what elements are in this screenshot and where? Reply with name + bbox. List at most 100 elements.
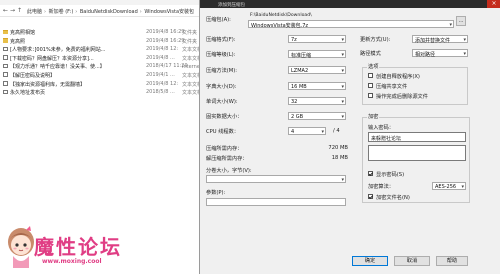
split-volume-combo[interactable]: ▾ (206, 175, 346, 183)
chevron-down-icon: ▾ (341, 83, 344, 90)
word-size-label: 单词大小(W): (206, 99, 238, 105)
method-label: 压缩方法(M): (206, 68, 238, 74)
solid-size-select[interactable]: 2 GB ▾ (288, 112, 346, 120)
file-list: 克高照相馆 2019/4/8 16:29 文件夹 克高照 2019/4/8 16… (0, 28, 223, 97)
back-arrow-icon[interactable]: ← (3, 7, 8, 14)
show-password-label: 显示密码(S) (376, 172, 405, 178)
file-name: 【观力乐通？呐千应靠谱！没关事、使...】 (10, 64, 105, 71)
list-item[interactable]: [人物要求：]001%未参，免费的福利网站... 2019/4/8 12: 文本… (0, 45, 216, 54)
format-value: 7z (291, 37, 297, 43)
site-watermark: 魔性论坛 www.moxing.cool (4, 218, 152, 272)
path-mode-select[interactable]: 相对路径 ▾ (412, 49, 468, 58)
chevron-down-icon: ▾ (463, 36, 466, 43)
dictionary-select[interactable]: 16 MB ▾ (288, 82, 346, 90)
level-value: 标准压缩 (291, 53, 312, 59)
delete-after-checkbox[interactable] (368, 93, 373, 98)
cpu-threads-total: / 4 (333, 128, 340, 134)
breadcrumb-item[interactable]: 新加卷 (F:) (49, 9, 74, 15)
text-file-icon (3, 89, 8, 95)
browse-button[interactable]: ... (456, 16, 466, 26)
show-password-checkbox[interactable] (368, 171, 373, 176)
dialog-titlebar[interactable]: 添加到压缩包 × (200, 0, 500, 8)
word-size-select[interactable]: 32 ▾ (288, 97, 346, 105)
file-date: 2019/4/1 ... (146, 71, 175, 78)
decompress-memory-label: 解压缩所需内存： (206, 156, 248, 162)
text-file-icon (3, 46, 8, 52)
encryption-method-select[interactable]: AES-256 ▾ (432, 182, 466, 190)
encryption-method-label: 加密算法： (368, 184, 394, 190)
list-item[interactable]: 【独家出资源福利库，无需翻墙】 2019/4/8 12: 文本文档 (0, 80, 216, 89)
format-label: 压缩格式(F): (206, 37, 236, 43)
archive-label: 压缩包(A): (206, 17, 231, 23)
method-select[interactable]: LZMA2 ▾ (288, 66, 346, 74)
shared-files-checkbox[interactable] (368, 83, 373, 88)
breadcrumb-item[interactable]: 此电脑 (27, 9, 42, 15)
watermark-url: www.moxing.cool (42, 258, 102, 265)
archive-name-value: WindowsVista安装包.7z (251, 23, 309, 29)
chevron-down-icon: ▾ (341, 51, 344, 58)
forward-arrow-icon[interactable]: → (10, 7, 15, 14)
cpu-threads-value: 4 (291, 129, 295, 135)
file-name: [人物要求：]001%未参，免费的福利网站... (10, 47, 106, 54)
encryption-group-title: 加密 (367, 113, 380, 120)
list-item[interactable]: 克高照相馆 2019/4/8 16:29 文件夹 (0, 28, 216, 37)
breadcrumb-item[interactable]: BaiduNetdiskDownload (80, 9, 138, 15)
file-type: 文件夹 (182, 38, 198, 45)
cancel-button[interactable]: 取消 (394, 256, 430, 266)
file-name: 永久地址发布页 (10, 90, 46, 97)
up-arrow-icon[interactable]: ↑ (17, 7, 22, 14)
dialog-title: 添加到压缩包 (218, 2, 245, 8)
solid-size-label: 固实数据大小： (206, 114, 243, 120)
text-file-icon (3, 81, 8, 86)
list-item[interactable]: 【观力乐通？呐千应靠谱！没关事、使...】 2018/4/17 11:29 In… (0, 62, 223, 71)
file-date: 2019/4/8 12: (146, 80, 179, 87)
password-label: 输入密码： (368, 125, 394, 131)
file-name: 克高照相馆 (10, 30, 36, 36)
list-item[interactable]: 克高照 2019/4/8 16:29 文件夹 (0, 37, 216, 46)
archive-name-combo[interactable]: WindowsVista安装包.7z ▾ (248, 20, 454, 29)
cpu-threads-label: CPU 线程数： (206, 129, 239, 135)
parameters-label: 参数(P): (206, 190, 226, 196)
path-mode-value: 相对路径 (415, 52, 436, 58)
list-item[interactable]: 【解压密码及说明】 2019/4/1 ... 文本文档 (0, 71, 216, 80)
cpu-threads-select[interactable]: 4 ▾ (288, 127, 326, 135)
update-mode-value: 添加并替换文件 (415, 38, 451, 44)
mascot-icon (8, 226, 34, 268)
close-icon[interactable]: × (487, 0, 500, 8)
list-item[interactable]: [下载密码？网盘解压？本资源分享]... 2019/4/8 ... 文本文档 (0, 54, 216, 63)
help-button[interactable]: 帮助 (436, 256, 468, 266)
split-volume-label: 分卷大小，字节(V): (206, 168, 252, 174)
file-name: 克高照 (10, 38, 26, 45)
file-type: 文件夹 (182, 30, 198, 36)
ok-button[interactable]: 确定 (352, 256, 388, 266)
file-date: 2019/4/8 12: (146, 46, 179, 53)
breadcrumb-item[interactable]: WindowsVista安装包 (144, 9, 194, 15)
file-date: 2019/4/8 16:29 (146, 29, 185, 35)
password-confirm-area[interactable] (368, 145, 466, 161)
chevron-down-icon[interactable]: ▾ (449, 22, 452, 28)
dictionary-label: 字典大小(D): (206, 84, 237, 90)
text-file-icon (3, 72, 8, 77)
file-date: 2018/5/8 ... (146, 89, 175, 96)
method-value: LZMA2 (291, 68, 309, 74)
sfx-label: 创建自释放程序(X) (376, 74, 420, 80)
sfx-checkbox[interactable] (368, 73, 373, 78)
folder-icon (3, 29, 8, 34)
list-item[interactable]: 永久地址发布页 2018/5/8 ... 文本文档 (0, 88, 216, 97)
chevron-down-icon: ▾ (461, 183, 464, 190)
encrypt-filenames-checkbox[interactable] (368, 194, 373, 199)
chevron-down-icon: ▾ (463, 50, 466, 57)
password-value: 来躲赠社论坛 (371, 136, 402, 142)
options-group-title: 选项 (367, 63, 380, 70)
level-select[interactable]: 标准压缩 ▾ (288, 50, 346, 59)
file-date: 2019/4/8 16:29 (146, 37, 185, 44)
address-bar[interactable]: ← → ↑ 此电脑 › 新加卷 (F:) › BaiduNetdiskDownloa… (0, 5, 216, 17)
parameters-input[interactable] (206, 198, 346, 206)
decompress-memory-value: 18 MB (331, 155, 348, 161)
password-input[interactable]: 来躲赠社论坛 (368, 132, 466, 142)
folder-icon (3, 38, 8, 43)
chevron-down-icon: ▾ (341, 113, 344, 120)
format-select[interactable]: 7z ▾ (288, 35, 346, 43)
compress-memory-value: 720 MB (328, 145, 348, 151)
update-mode-select[interactable]: 添加并替换文件 ▾ (412, 35, 468, 44)
